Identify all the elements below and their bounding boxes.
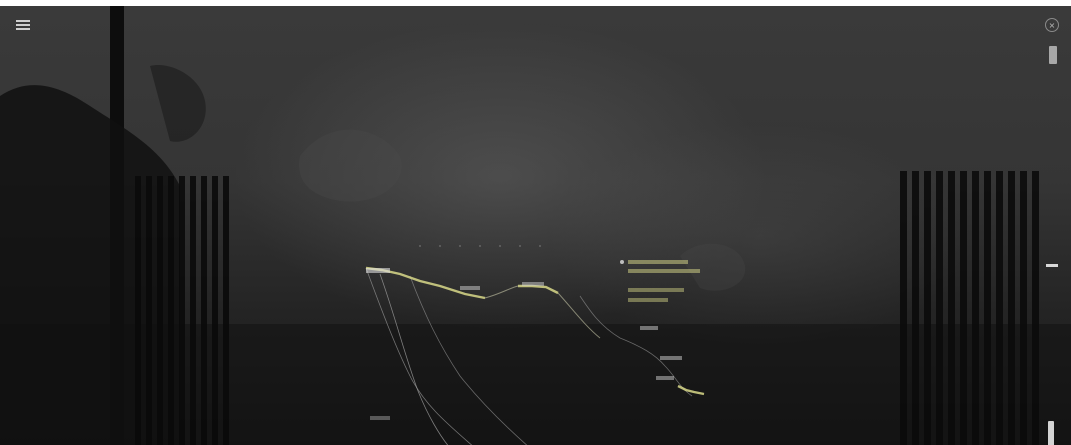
border-map bbox=[300, 226, 780, 445]
map-label-marker bbox=[660, 356, 682, 360]
scroll-marker-icon[interactable] bbox=[1046, 264, 1058, 267]
legend-swatch bbox=[628, 298, 668, 302]
legend-swatch bbox=[628, 269, 700, 273]
scroll-thumb-icon[interactable] bbox=[1048, 421, 1054, 445]
border-route bbox=[484, 285, 601, 339]
map-label-marker bbox=[370, 416, 390, 420]
rio-grande bbox=[579, 295, 693, 397]
close-icon[interactable]: × bbox=[1045, 18, 1059, 32]
map-label-marker bbox=[366, 268, 390, 273]
article-body bbox=[361, 80, 716, 92]
border-wall-east bbox=[677, 384, 705, 396]
app-frame: × bbox=[0, 0, 1071, 445]
map-ticks bbox=[419, 245, 541, 247]
bookmark-icon[interactable] bbox=[1049, 46, 1057, 64]
legend-swatch bbox=[628, 260, 688, 264]
map-label-marker bbox=[522, 282, 544, 286]
map-label-marker bbox=[656, 376, 674, 380]
menu-icon-line bbox=[16, 28, 30, 30]
legend-marker bbox=[620, 260, 624, 264]
border-wall-central bbox=[518, 284, 559, 295]
map-label-marker bbox=[640, 326, 658, 330]
legend-swatch bbox=[628, 288, 684, 292]
border-map-svg bbox=[365, 245, 705, 445]
menu-icon-line bbox=[16, 20, 30, 22]
gulf-coast bbox=[409, 275, 528, 445]
menu-icon-line bbox=[16, 24, 30, 26]
menu-icon[interactable] bbox=[16, 20, 30, 30]
baja-peninsula bbox=[379, 273, 449, 445]
map-label-marker bbox=[460, 286, 480, 290]
